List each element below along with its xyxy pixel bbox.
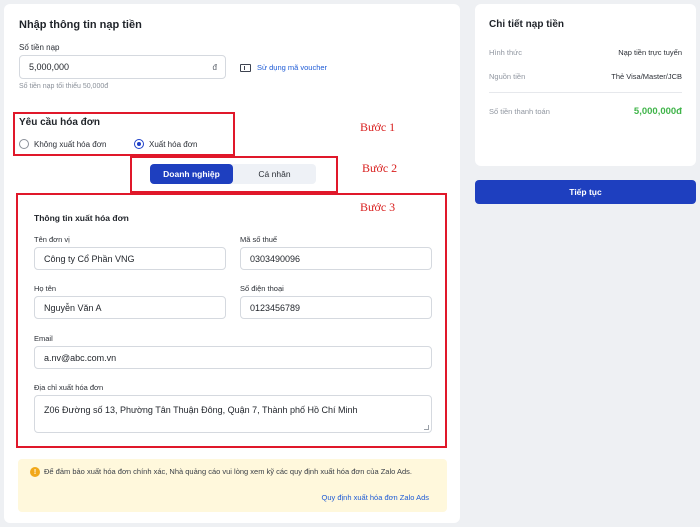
source-label: Nguồn tiền <box>489 72 526 81</box>
method-label: Hình thức <box>489 48 522 57</box>
summary-divider <box>489 92 682 93</box>
amount-input[interactable]: 5,000,000 đ <box>19 55 226 79</box>
entity-type-tabs: Doanh nghiệp Cá nhân <box>150 164 316 184</box>
continue-button[interactable]: Tiếp tục <box>475 180 696 204</box>
method-value: Nạp tiền trực tuyến <box>618 48 682 57</box>
radio-no-invoice-dot <box>19 139 29 149</box>
amount-value: 5,000,000 <box>29 62 70 72</box>
address-textarea[interactable]: Z06 Đường số 13, Phường Tân Thuận Đông, … <box>34 395 432 433</box>
radio-no-invoice-label: Không xuất hóa đơn <box>34 139 107 149</box>
resize-handle-icon[interactable] <box>424 425 429 430</box>
voucher-link[interactable]: Sử dụng mã voucher <box>240 63 327 72</box>
tax-input[interactable]: 0303490096 <box>240 247 432 270</box>
invoice-notice: ! Để đảm bảo xuất hóa đơn chính xác, Nhà… <box>18 459 447 512</box>
email-value: a.nv@abc.com.vn <box>44 352 117 363</box>
tab-business[interactable]: Doanh nghiệp <box>150 164 233 184</box>
tax-value: 0303490096 <box>250 253 301 264</box>
voucher-icon <box>240 63 251 72</box>
name-value: Nguyễn Văn A <box>44 302 102 313</box>
warning-icon: ! <box>30 467 40 477</box>
total-value: 5,000,000đ <box>633 106 682 117</box>
currency-suffix: đ <box>212 62 217 72</box>
invoice-request-title: Yêu cầu hóa đơn <box>19 117 101 128</box>
address-label: Địa chỉ xuất hóa đơn <box>34 383 104 392</box>
company-value: Công ty Cổ Phần VNG <box>44 253 135 264</box>
summary-title: Chi tiết nạp tiền <box>489 19 564 30</box>
min-amount-hint: Số tiền nạp tối thiểu 50,000đ <box>19 83 109 90</box>
invoice-form-title: Thông tin xuất hóa đơn <box>34 213 129 223</box>
radio-invoice[interactable]: Xuất hóa đơn <box>134 139 197 149</box>
tab-individual[interactable]: Cá nhân <box>233 164 316 184</box>
topup-summary-card: Chi tiết nạp tiền Hình thức Nạp tiền trự… <box>475 4 696 166</box>
phone-label: Số điện thoại <box>240 284 284 293</box>
phone-value: 0123456789 <box>250 302 301 313</box>
company-input[interactable]: Công ty Cổ Phần VNG <box>34 247 226 270</box>
email-label: Email <box>34 334 53 343</box>
email-input[interactable]: a.nv@abc.com.vn <box>34 346 432 369</box>
total-label: Số tiền thanh toán <box>489 107 550 116</box>
company-label: Tên đơn vị <box>34 235 70 244</box>
notice-text: Để đảm bảo xuất hóa đơn chính xác, Nhà q… <box>44 467 412 476</box>
radio-invoice-dot <box>134 139 144 149</box>
address-value: Z06 Đường số 13, Phường Tân Thuận Đông, … <box>44 405 358 415</box>
topup-title: Nhập thông tin nạp tiền <box>19 19 142 31</box>
tax-label: Mã số thuế <box>240 235 278 244</box>
radio-no-invoice[interactable]: Không xuất hóa đơn <box>19 139 106 149</box>
name-input[interactable]: Nguyễn Văn A <box>34 296 226 319</box>
voucher-link-label: Sử dụng mã voucher <box>257 63 328 72</box>
step1-annotation: Bước 1 <box>360 120 396 134</box>
step3-annotation: Bước 3 <box>360 200 396 214</box>
radio-invoice-label: Xuất hóa đơn <box>149 139 198 149</box>
amount-label: Số tiền nạp <box>19 43 60 52</box>
invoice-rules-link[interactable]: Quy định xuất hóa đơn Zalo Ads <box>322 493 430 502</box>
name-label: Họ tên <box>34 284 57 293</box>
phone-input[interactable]: 0123456789 <box>240 296 432 319</box>
source-value: Thẻ Visa/Master/JCB <box>611 72 682 81</box>
step2-annotation: Bước 2 <box>362 161 398 175</box>
